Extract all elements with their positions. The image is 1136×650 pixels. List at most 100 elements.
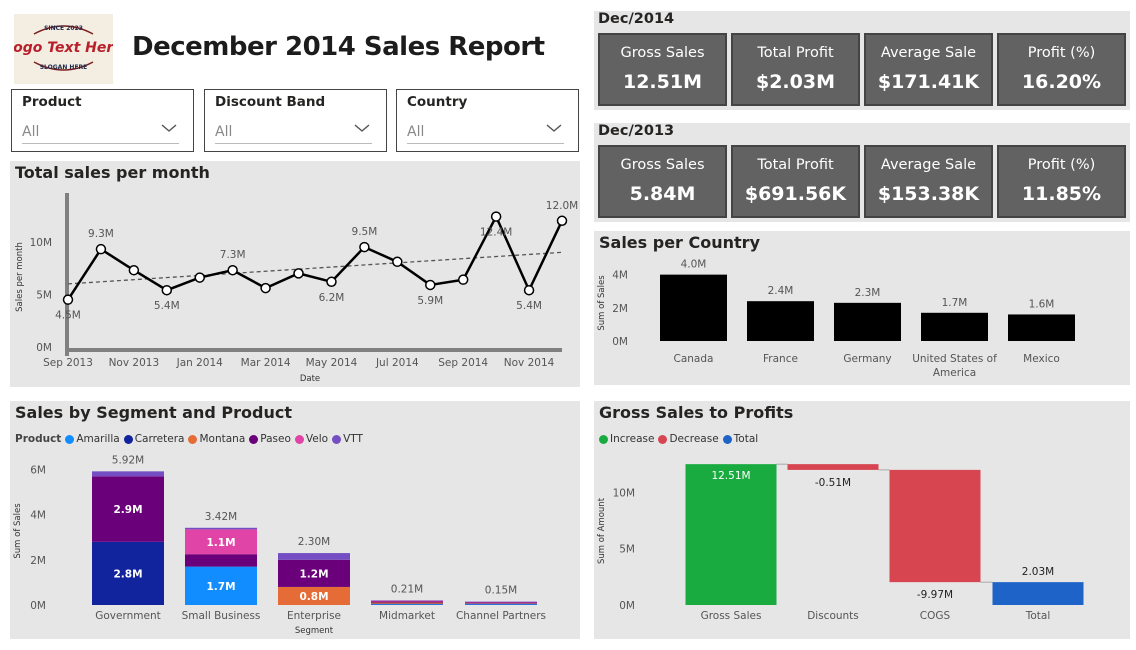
svg-text:Logo Text Here: Logo Text Here <box>14 40 113 56</box>
y-tick-label: 4M <box>612 270 628 282</box>
x-tick-label: May 2014 <box>306 357 358 369</box>
x-tick-label: Canada <box>674 353 714 365</box>
kpi-card-average-sale[interactable]: Average Sale $153.38K <box>864 145 993 218</box>
kpi-card-gross-sales[interactable]: Gross Sales 5.84M <box>598 145 727 218</box>
total-label: 3.42M <box>205 511 237 523</box>
segment-label: 1.2M <box>299 568 328 580</box>
kpi-value: $691.56K <box>744 183 847 205</box>
data-label: 2.3M <box>855 287 881 299</box>
svg-text:SINCE 2023: SINCE 2023 <box>44 25 83 32</box>
x-tick-label: Sep 2013 <box>43 357 93 369</box>
chevron-down-icon[interactable] <box>546 123 562 133</box>
bar-canada <box>660 274 727 341</box>
kpi-panel-dec2014: Dec/2014 Gross Sales 12.51M Total Profit $… <box>594 11 1130 110</box>
kpi-card-profit-pct[interactable]: Profit (%) 11.85% <box>997 145 1126 218</box>
kpi-card-average-sale[interactable]: Average Sale $171.41K <box>864 33 993 106</box>
x-axis-label: Date <box>300 374 320 384</box>
segment-label: 2.9M <box>113 504 142 516</box>
data-point <box>392 256 403 268</box>
monthly-sales-chart[interactable]: 0M 5M 10M Sales per month Sep 2013 Nov 2013 Ja… <box>10 161 580 387</box>
waterfall-bar-decrease <box>889 469 981 583</box>
data-point <box>227 264 238 276</box>
x-tick-label: Total <box>1025 610 1051 622</box>
data-label: -9.97M <box>917 589 953 601</box>
x-tick-label: America <box>933 367 976 379</box>
bar-segment-velo <box>371 600 443 602</box>
trend-line <box>67 251 563 285</box>
data-label: 9.5M <box>352 226 378 238</box>
slicer-value: All <box>215 124 233 140</box>
data-label: -0.51M <box>815 477 851 489</box>
kpi-value: 12.51M <box>622 71 702 93</box>
data-label: 6.2M <box>319 292 345 304</box>
x-tick-label: Government <box>95 610 160 622</box>
kpi-label: Gross Sales <box>620 157 705 173</box>
y-axis-label: Sum of Sales <box>597 275 607 331</box>
slicer-value: All <box>22 124 40 140</box>
y-tick-label: 4M <box>30 510 46 522</box>
y-axis-label: Sum of Amount <box>597 497 607 564</box>
waterfall-chart[interactable]: 0M 5M 10M Sum of Amount 12.51M Gross Sales -0.… <box>594 401 1130 639</box>
kpi-card-gross-sales[interactable]: Gross Sales 12.51M <box>598 33 727 106</box>
data-point <box>128 264 140 276</box>
y-axis-label: Sales per month <box>15 242 25 312</box>
x-tick-label: Discounts <box>807 610 859 622</box>
y-tick-label: 2M <box>612 303 628 315</box>
company-logo: SINCE 2023 Logo Text Here SLOGAN HERE <box>4 14 123 84</box>
discount-band-slicer[interactable]: Discount Band All <box>204 89 387 152</box>
data-label: 1.6M <box>1029 298 1055 310</box>
segment-label: 1.1M <box>206 537 235 549</box>
kpi-value: $2.03M <box>755 71 835 93</box>
country-slicer[interactable]: Country All <box>396 89 579 152</box>
y-tick-label: 0M <box>612 336 628 348</box>
y-tick-label: 10M <box>613 487 635 499</box>
data-label: 9.3M <box>88 228 114 240</box>
kpi-label: Profit (%) <box>1027 45 1096 61</box>
x-tick-label: Jul 2014 <box>375 357 419 369</box>
data-point <box>293 268 304 279</box>
country-sales-chart[interactable]: 0M 2M 4M Sum of Sales 4.0M Canada 2.4M France 2.… <box>594 231 1130 385</box>
bar-segment-vtt <box>278 553 350 560</box>
kpi-card-total-profit[interactable]: Total Profit $2.03M <box>731 33 860 106</box>
kpi-value: $171.41K <box>877 71 980 93</box>
waterfall-bar-increase <box>685 464 777 605</box>
x-tick-label: Nov 2013 <box>109 357 160 369</box>
bar-segment-paseo <box>371 601 443 603</box>
slicer-label: Country <box>407 94 468 110</box>
data-point <box>425 279 436 291</box>
kpi-label: Profit (%) <box>1027 157 1096 173</box>
chevron-down-icon[interactable] <box>354 123 370 133</box>
page-title: December 2014 Sales Report <box>132 32 545 62</box>
data-point <box>457 274 469 285</box>
x-tick-label: Small Business <box>182 610 261 622</box>
product-slicer[interactable]: Product All <box>11 89 194 152</box>
waterfall-bar-decrease <box>787 464 879 470</box>
bar-germany <box>834 302 901 341</box>
data-point <box>490 211 502 222</box>
svg-text:SLOGAN HERE: SLOGAN HERE <box>40 64 88 71</box>
x-axis-label: Segment <box>295 626 334 636</box>
x-tick-label: Channel Partners <box>456 610 546 622</box>
segment-label: 1.7M <box>206 581 235 593</box>
slicer-label: Discount Band <box>215 94 326 110</box>
chevron-down-icon[interactable] <box>161 123 177 133</box>
kpi-card-total-profit[interactable]: Total Profit $691.56K <box>731 145 860 218</box>
total-label: 2.30M <box>298 536 330 548</box>
data-point <box>95 243 107 255</box>
bar-segment-vtt <box>92 471 164 477</box>
data-label: 12.4M <box>480 227 512 239</box>
gross-to-profit-panel: Gross Sales to Profits Increase Decrease… <box>594 401 1130 639</box>
bar-united-states-of-america <box>921 312 988 341</box>
data-point <box>194 272 205 283</box>
segment-label: 0.8M <box>299 591 328 603</box>
segment-label: 2.8M <box>113 568 142 580</box>
bar-segment-vtt <box>185 527 257 530</box>
segment-product-chart[interactable]: 0M 2M 4M 6M Sum of Sales 2.8M 2.9M 5.92M Governm… <box>10 401 580 639</box>
kpi-label: Average Sale <box>880 45 977 61</box>
country-sales-panel: Sales per Country 0M 2M 4M Sum of Sales 4.0M… <box>594 231 1130 385</box>
y-tick-label: 6M <box>30 465 46 477</box>
kpi-card-profit-pct[interactable]: Profit (%) 16.20% <box>997 33 1126 106</box>
data-point <box>260 282 271 294</box>
data-label: 5.9M <box>417 295 443 307</box>
data-label: 7.3M <box>220 249 246 261</box>
